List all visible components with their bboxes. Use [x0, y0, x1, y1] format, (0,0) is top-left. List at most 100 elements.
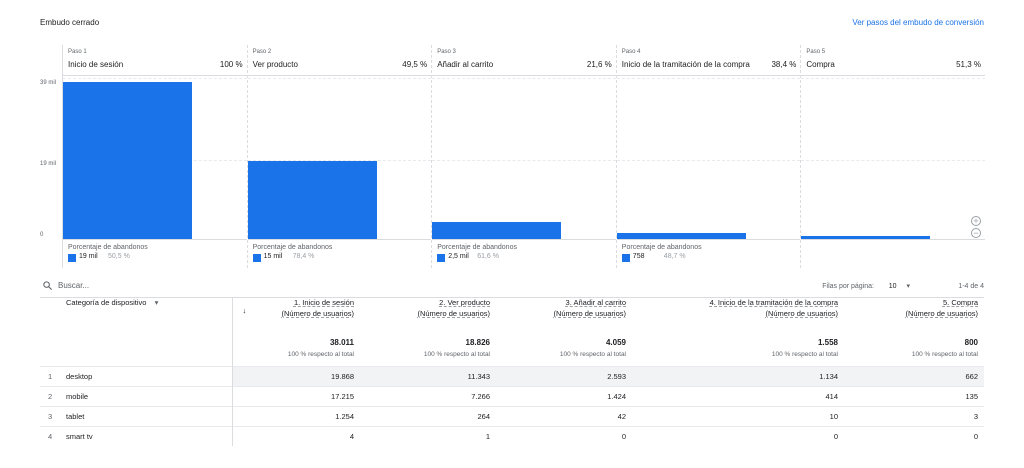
table-row: 1 desktop 19.868 11.343 2.593 1.134 662: [40, 366, 984, 386]
abandonment-section: Porcentaje de abandonos 19 mil 50,5 %: [63, 239, 247, 268]
y-axis: 39 mil 19 mil 0: [40, 45, 62, 268]
gridline: [616, 160, 801, 161]
metric-cell: 2.593: [496, 366, 632, 386]
total-value: 4.059: [605, 338, 626, 347]
metric-header-1[interactable]: ↓ 1. Inicio de sesión (Número de usuario…: [231, 298, 360, 338]
legend-swatch: [252, 254, 261, 262]
metric-cell: 3: [973, 411, 978, 421]
sort-arrow-down-icon: ↓: [242, 306, 247, 315]
funnel-bar[interactable]: [432, 222, 562, 239]
table-row: 3 tablet 1.254 264 42 10 3: [40, 406, 984, 426]
total-sub: 100 % respecto al total: [911, 351, 978, 358]
funnel-steps: Paso 1 Inicio de sesión 100 % Porcentaje de…: [62, 45, 985, 268]
total-cell: 800 100 % respecto al total: [844, 338, 984, 366]
gridline: [801, 160, 985, 161]
total-value: 1.558: [817, 338, 838, 347]
step-header: Paso 2 Ver producto 49,5 %: [247, 45, 432, 76]
search-input[interactable]: [58, 281, 358, 290]
legend-swatch: [621, 254, 630, 262]
table-row: 4 smart tv 4 1 0 0 0: [40, 426, 984, 446]
total-sub: 100 % respecto al total: [423, 351, 490, 358]
total-value: 800: [964, 338, 978, 347]
abandonment-row: 2,5 mil 61,6 %: [437, 253, 611, 263]
y-tick-label: 39 mil: [40, 80, 57, 86]
abandonment-row: 758 48,7 %: [621, 253, 796, 263]
step-name: Inicio de sesión: [68, 60, 124, 69]
metric-cell: 414: [825, 391, 838, 401]
metric-cell: 135: [965, 391, 978, 401]
rows-per-page-label: Filas por página:: [822, 283, 874, 290]
funnel-step-1: Paso 1 Inicio de sesión 100 % Porcentaje de…: [62, 45, 247, 268]
funnel-step-2: Paso 2 Ver producto 49,5 % Porcentaje de ab…: [246, 45, 432, 268]
metric-cell: 7.266: [471, 391, 490, 401]
metric-cell: 0: [973, 431, 978, 441]
dimension-header-label: Categoría de dispositivo: [66, 298, 147, 307]
report-title: Embudo cerrado: [40, 18, 100, 27]
step-percentage: 51,3 %: [956, 60, 981, 69]
view-funnel-steps-link[interactable]: Ver pasos del embudo de conversión: [852, 18, 984, 27]
total-cell: 4.059 100 % respecto al total: [496, 338, 632, 366]
funnel-step-4: Paso 4 Inicio de la tramitación de la com…: [615, 45, 801, 268]
dimension-header[interactable]: Categoría de dispositivo ▾: [66, 298, 232, 338]
total-cell: 38.011 100 % respecto al total: [231, 338, 360, 366]
total-cell: 18.826 100 % respecto al total: [360, 338, 496, 366]
metric-header-label: 4. Inicio de la tramitación de la compra: [709, 298, 838, 307]
abandonment-label: Porcentaje de abandonos: [437, 244, 517, 251]
row-dimension: smart tv: [66, 431, 93, 441]
abandonment-pct: 50,5 %: [108, 253, 130, 260]
abandonment-label: Porcentaje de abandonos: [68, 244, 148, 251]
funnel-step-3: Paso 3 Añadir al carrito 21,6 % Porcentaje …: [431, 45, 616, 268]
gridline: [616, 78, 801, 79]
metric-cell: 19.868: [231, 366, 360, 386]
abandonment-value: 758: [632, 253, 645, 260]
metric-header-5[interactable]: 5. Compra (Número de usuarios): [844, 298, 984, 338]
table-header-row: Categoría de dispositivo ▾ ↓ 1. Inicio d…: [40, 298, 984, 338]
caret-down-icon: ▾: [154, 298, 159, 307]
step-name: Compra: [806, 60, 835, 69]
abandonment-section: Porcentaje de abandonos 15 mil 78,4 %: [247, 239, 432, 268]
metric-header-label: 1. Inicio de sesión: [293, 298, 354, 307]
abandonment-label: Porcentaje de abandonos: [252, 244, 333, 251]
metric-cell: 42: [617, 411, 626, 421]
metric-cell: 0: [833, 431, 838, 441]
table-row: 2 mobile 17.215 7.266 1.424 414 135: [40, 386, 984, 406]
step-plot: [63, 76, 247, 239]
y-tick-label: 19 mil: [40, 161, 57, 167]
metric-header-sub: (Número de usuarios): [281, 309, 354, 318]
row-index: 4: [48, 431, 53, 441]
step-number: Paso 5: [806, 49, 826, 55]
zoom-out-icon[interactable]: −: [970, 228, 981, 238]
zoom-in-icon[interactable]: +: [970, 216, 981, 226]
row-index: 1: [48, 371, 53, 381]
gridline: [801, 78, 985, 79]
metric-cell: 0: [621, 431, 626, 441]
step-percentage: 21,6 %: [586, 60, 612, 69]
step-plot: + −: [801, 76, 985, 239]
metric-header-2[interactable]: 2. Ver producto (Número de usuarios): [360, 298, 496, 338]
search-icon: [43, 281, 53, 291]
step-header: Paso 5 Compra 51,3 %: [801, 45, 985, 76]
abandonment-section: Porcentaje de abandonos 758 48,7 %: [616, 239, 801, 268]
metric-header-3[interactable]: 3. Añadir al carrito (Número de usuarios…: [496, 298, 632, 338]
abandonment-value: 2,5 mil: [448, 253, 469, 260]
metric-header-4[interactable]: 4. Inicio de la tramitación de la compra…: [632, 298, 844, 338]
total-sub: 100 % respecto al total: [559, 351, 626, 358]
row-index: 2: [48, 391, 53, 401]
caret-down-icon: ▾: [906, 283, 910, 290]
abandonment-pct: 48,7 %: [663, 253, 686, 260]
abandonment-pct: 78,4 %: [292, 253, 315, 260]
total-cell: 1.558 100 % respecto al total: [632, 338, 844, 366]
step-percentage: 100 %: [219, 60, 243, 69]
funnel-bar[interactable]: [63, 82, 192, 239]
step-plot: [247, 76, 432, 239]
abandonment-label: Porcentaje de abandonos: [621, 244, 702, 251]
step-header: Paso 3 Añadir al carrito 21,6 %: [432, 45, 616, 76]
metric-cell: 11.343: [360, 366, 496, 386]
abandonment-pct: 61,6 %: [477, 253, 499, 260]
rows-per-page-select[interactable]: 10 ▾: [889, 282, 910, 290]
gridline: [247, 78, 432, 79]
abandonment-value: 15 mil: [263, 253, 283, 260]
row-dimension: tablet: [66, 411, 85, 421]
funnel-bar[interactable]: [247, 161, 377, 239]
step-percentage: 49,5 %: [402, 60, 428, 69]
